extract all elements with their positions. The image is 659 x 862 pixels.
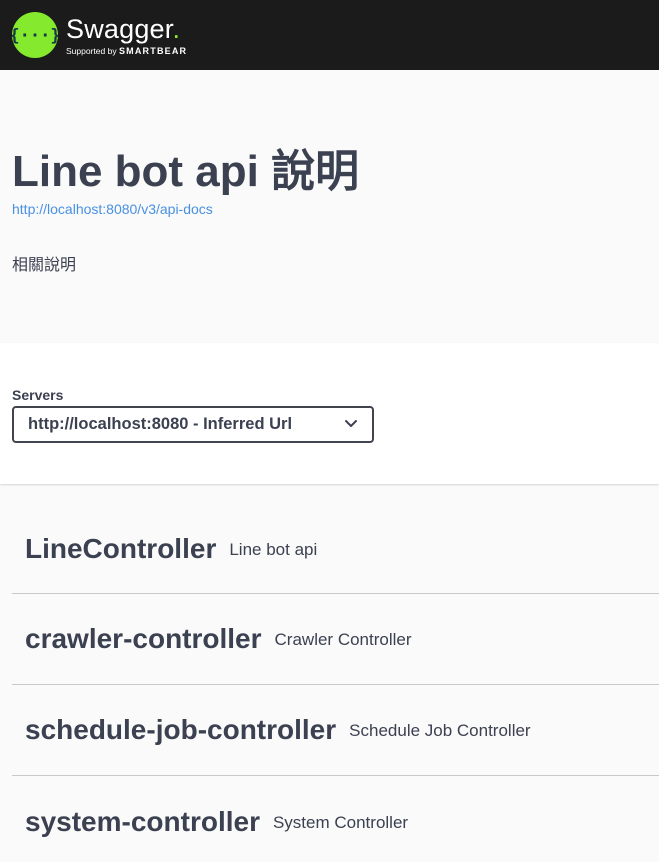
topbar: {···} Swagger. Supported by SMARTBEAR	[0, 0, 659, 70]
api-description: 相關說明	[12, 255, 77, 274]
swagger-logo[interactable]: {···} Swagger. Supported by SMARTBEAR	[12, 12, 187, 58]
logo-title: Swagger.	[66, 14, 181, 44]
api-info: Line bot api 說明 http://localhost:8080/v3…	[0, 70, 659, 343]
tag-section-system-controller[interactable]: system-controller System Controller	[12, 776, 659, 862]
server-select-value: http://localhost:8080 - Inferred Url	[28, 415, 293, 433]
api-docs-link[interactable]: http://localhost:8080/v3/api-docs	[12, 200, 647, 218]
tag-description: Line bot api	[229, 539, 318, 559]
tag-list: LineController Line bot api crawler-cont…	[0, 504, 659, 862]
tag-description: Schedule Job Controller	[349, 721, 531, 740]
swagger-braces-icon: {···}	[12, 12, 58, 58]
logo-subtitle: Supported by SMARTBEAR	[66, 46, 188, 56]
servers-section: Servers http://localhost:8080 - Inferred…	[0, 343, 659, 484]
chevron-down-icon	[344, 416, 358, 434]
tag-description: System Controller	[272, 812, 409, 832]
tag-section-crawler-controller[interactable]: crawler-controller Crawler Controller	[12, 594, 659, 685]
svg-text:{···}: {···}	[12, 26, 58, 46]
page-title: Line bot api 說明	[12, 147, 360, 196]
tag-name: system-controller	[25, 805, 260, 837]
tag-name: LineController	[25, 532, 217, 564]
tag-section-linecontroller[interactable]: LineController Line bot api	[12, 504, 659, 594]
tag-section-schedule-job-controller[interactable]: schedule-job-controller Schedule Job Con…	[12, 685, 659, 776]
servers-label: Servers	[12, 387, 64, 403]
tag-description: Crawler Controller	[274, 630, 412, 649]
tag-name: schedule-job-controller	[25, 714, 337, 745]
server-select[interactable]: http://localhost:8080 - Inferred Url	[12, 406, 374, 443]
tag-name: crawler-controller	[25, 623, 262, 654]
